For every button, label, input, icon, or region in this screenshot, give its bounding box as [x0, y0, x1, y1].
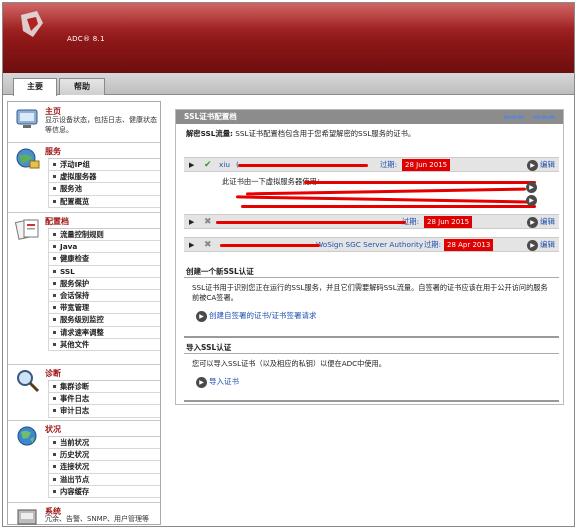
diagnose-menu: 集群诊断 事件日志 审计日志	[48, 380, 160, 418]
brand-logo-icon	[21, 11, 43, 37]
tab-help[interactable]: 帮助	[59, 78, 105, 95]
sidebar: 主页 显示设备状态，包括日志、健康状态等信息。 服务 浮动IP组 虚拟服务器 服…	[7, 101, 161, 525]
expand-arrow-icon[interactable]: ▶	[189, 218, 194, 226]
menu-item-health-check[interactable]: 健康检查	[48, 253, 160, 266]
menu-item-bandwidth[interactable]: 带宽管理	[48, 302, 160, 315]
sidebar-group-catalogs: 配置档 流量控制规则 Java 健康检查 SSL 服务保护 会话保持 带宽管理 …	[8, 214, 160, 362]
menu-item-service-protection[interactable]: 服务保护	[48, 277, 160, 290]
panel-bottom-rule	[184, 400, 559, 402]
status-error-icon: ✖	[204, 217, 212, 227]
menu-item-pool[interactable]: 服务池	[48, 183, 160, 196]
menu-item-content-cache[interactable]: 内容缓存	[48, 485, 160, 498]
menu-item-extra-files[interactable]: 其他文件	[48, 338, 160, 351]
services-menu: 浮动IP组 虚拟服务器 服务池 配置概览	[48, 158, 160, 208]
menu-item-session-persistence[interactable]: 会话保持	[48, 289, 160, 303]
import-section-desc: 您可以导入SSL证书（以及相应的私钥）以便在ADC中使用。	[192, 359, 386, 368]
sidebar-group-system[interactable]: 系统 冗余、告警、SNMP、用户管理等	[8, 504, 160, 526]
system-icon	[17, 509, 37, 525]
menu-item-cluster-diagnose[interactable]: 集群诊断	[48, 381, 160, 394]
ssl-cert-panel: SSL证书配置档 ▬▬▬ ▬▬▬ 解密SSL流量: SSL证书配置档包含用于您希…	[175, 109, 564, 405]
create-section-desc: SSL证书用于识别您正在运行的SSL服务，并且它们需要解码SSL流量。自签署的证…	[192, 283, 548, 302]
menu-item-config-overview[interactable]: 配置概览	[48, 195, 160, 208]
status-error-icon: ✖	[204, 240, 212, 250]
create-cert-section: 创建一个新SSL认证 SSL证书用于识别您正在运行的SSL服务，并且它们需要解码…	[176, 266, 563, 336]
group-desc-system: 冗余、告警、SNMP、用户管理等	[45, 515, 149, 523]
sidebar-group-diagnose: 诊断 集群诊断 事件日志 审计日志	[8, 366, 160, 420]
cert-usage-buttons: ▶ ▶	[526, 182, 539, 206]
tab-main[interactable]: 主要	[13, 78, 57, 96]
panel-title: SSL证书配置档	[184, 112, 237, 121]
globe-network-icon	[16, 148, 40, 169]
import-cert-link[interactable]: ▶ 导入证书	[196, 376, 239, 388]
sidebar-group-home[interactable]: 主页 显示设备状态，包括日志、健康状态等信息。	[8, 104, 160, 142]
intro-label: 解密SSL流量:	[186, 129, 233, 138]
section-divider	[184, 336, 559, 338]
intro-text: 解密SSL流量: SSL证书配置档包含用于您希望解密的SSL服务的证书。	[186, 129, 558, 139]
create-cert-link[interactable]: ▶ 创建自签署的证书/证书签署请求	[196, 310, 317, 322]
app-title: ADC® 8.1	[67, 35, 105, 43]
app-window: ADC® 8.1 主要 帮助 主页 显示设备状态，包括日志、健康状态等信息。 服…	[2, 2, 575, 527]
menu-item-virtual-server[interactable]: 虚拟服务器	[48, 171, 160, 184]
import-section-title: 导入SSL认证	[186, 343, 232, 352]
intro-body: SSL证书配置档包含用于您希望解密的SSL服务的证书。	[235, 129, 416, 138]
group-desc-home: 显示设备状态，包括日志、健康状态等信息。	[45, 116, 157, 134]
sidebar-group-services: 服务 浮动IP组 虚拟服务器 服务池 配置概览	[8, 144, 160, 210]
menu-item-slm[interactable]: 服务级别监控	[48, 314, 160, 327]
expire-date: 28 Jun 2015	[424, 216, 473, 228]
expire-date: 28 Apr 2013	[444, 239, 494, 251]
documents-icon	[14, 219, 39, 240]
redaction	[238, 164, 368, 167]
globe-icon	[17, 426, 37, 446]
menu-item-event-log[interactable]: 事件日志	[48, 393, 160, 406]
edit-button[interactable]: ▶ 编辑	[527, 216, 555, 228]
activity-menu: 当前状况 历史状况 连接状况 溢出节点 内容缓存	[48, 436, 160, 498]
menu-item-floating-ip[interactable]: 浮动IP组	[48, 159, 160, 172]
catalogs-menu: 流量控制规则 Java 健康检查 SSL 服务保护 会话保持 带宽管理 服务级别…	[48, 228, 160, 351]
sidebar-group-activity: 状况 当前状况 历史状况 连接状况 溢出节点 内容缓存	[8, 422, 160, 500]
menu-item-draining-nodes[interactable]: 溢出节点	[48, 473, 160, 486]
app-header: ADC® 8.1	[3, 3, 574, 73]
magnifier-icon	[17, 370, 40, 393]
menu-item-ssl[interactable]: SSL	[48, 265, 160, 278]
cert-issuer: WoSign SGC Server Authority	[316, 240, 424, 249]
group-title-catalogs[interactable]: 配置档	[45, 216, 69, 227]
expire-label: 过期:	[380, 160, 398, 169]
expire-date: 28 Jun 2015	[402, 159, 451, 171]
monitor-icon	[16, 109, 38, 128]
expand-arrow-icon[interactable]: ▶	[189, 161, 194, 169]
edit-button[interactable]: ▶ 编辑	[527, 159, 555, 171]
menu-item-audit-log[interactable]: 审计日志	[48, 405, 160, 418]
menu-item-current-activity[interactable]: 当前状况	[48, 437, 160, 450]
group-title-activity[interactable]: 状况	[45, 424, 61, 435]
menu-item-traffic-rules[interactable]: 流量控制规则	[48, 229, 160, 242]
expire-label: 过期:	[424, 240, 442, 249]
create-section-title: 创建一个新SSL认证	[186, 267, 254, 276]
menu-item-historical-activity[interactable]: 历史状况	[48, 449, 160, 462]
menu-item-connections[interactable]: 连接状况	[48, 461, 160, 474]
edit-arrow-icon: ▶	[527, 216, 538, 228]
detail-arrow-icon[interactable]: ▶	[526, 182, 537, 193]
menu-item-rate-shaping[interactable]: 请求速率调整	[48, 326, 160, 339]
cert-name[interactable]: xiu	[219, 160, 230, 169]
edit-arrow-icon: ▶	[527, 239, 538, 251]
group-title-services[interactable]: 服务	[45, 146, 61, 157]
edit-button[interactable]: ▶ 编辑	[527, 239, 555, 251]
edit-arrow-icon: ▶	[527, 159, 538, 171]
detail-arrow-icon[interactable]: ▶	[526, 195, 537, 206]
import-cert-section: 导入SSL认证 您可以导入SSL证书（以及相应的私钥）以便在ADC中使用。 ▶ 导…	[176, 342, 563, 402]
expand-arrow-icon[interactable]: ▶	[189, 241, 194, 249]
tab-strip: 主要 帮助	[3, 73, 574, 96]
group-title-diagnose[interactable]: 诊断	[45, 368, 61, 379]
status-ok-icon: ✔	[204, 160, 212, 170]
panel-header-links[interactable]: ▬▬▬ ▬▬▬	[503, 110, 555, 124]
import-arrow-icon: ▶	[196, 376, 207, 388]
create-arrow-icon: ▶	[196, 310, 207, 322]
panel-header: SSL证书配置档 ▬▬▬ ▬▬▬	[176, 110, 563, 124]
menu-item-java[interactable]: Java	[48, 241, 160, 254]
